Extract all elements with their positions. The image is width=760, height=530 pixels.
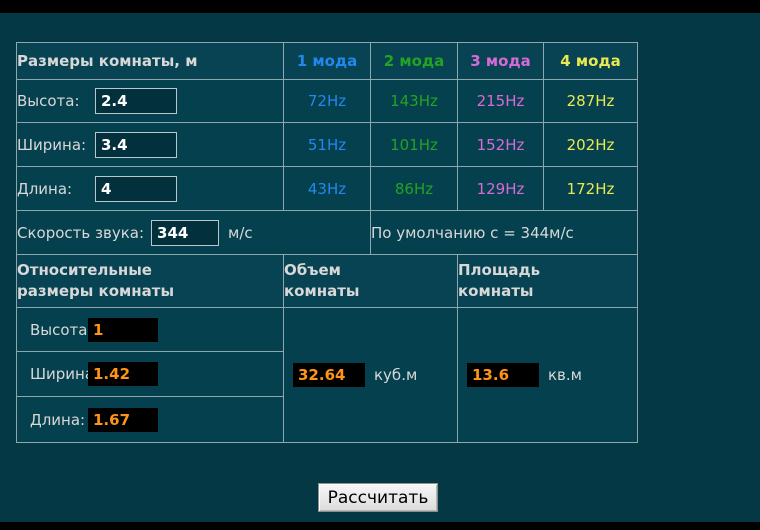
mode-2-header: 2 мода (371, 43, 458, 80)
volume-header: Объем комнаты (284, 255, 458, 308)
calculate-button[interactable]: Рассчитать (318, 483, 438, 512)
width-input[interactable] (95, 132, 177, 158)
width-row: Ширина: 51Hz 101Hz 152Hz 202Hz (17, 123, 638, 167)
relative-dimensions-header: Относительные размеры комнаты (17, 255, 284, 308)
speed-default-note: По умолчанию с = 344м/с (371, 224, 574, 242)
top-black-bar (0, 0, 760, 13)
volume-value-output[interactable] (293, 363, 365, 387)
width-mode2-freq: 101Hz (371, 123, 458, 167)
length-mode3-freq: 129Hz (458, 167, 544, 211)
relative-height-label: Высота: (30, 321, 88, 339)
relative-length-input[interactable] (88, 408, 158, 432)
height-mode2-freq: 143Hz (371, 80, 458, 123)
speed-label: Скорость звука: (17, 224, 144, 242)
width-mode3-freq: 152Hz (458, 123, 544, 167)
length-label: Длина: (17, 180, 95, 198)
width-label: Ширина: (17, 136, 95, 154)
room-mode-table: Размеры комнаты, м 1 мода 2 мода 3 мода … (16, 42, 638, 443)
speed-of-sound-row: Скорость звука: м/с По умолчанию с = 344… (17, 211, 638, 255)
speed-input[interactable] (151, 220, 219, 246)
relative-width-label: Ширина (30, 365, 88, 383)
area-value-output[interactable] (467, 363, 539, 387)
length-mode2-freq: 86Hz (371, 167, 458, 211)
height-mode3-freq: 215Hz (458, 80, 544, 123)
speed-unit: м/с (228, 224, 253, 242)
mode-4-header: 4 мода (544, 43, 638, 80)
length-input[interactable] (95, 176, 177, 202)
volume-unit: куб.м (374, 366, 417, 384)
area-unit: кв.м (548, 366, 582, 384)
length-row: Длина: 43Hz 86Hz 129Hz 172Hz (17, 167, 638, 211)
height-input[interactable] (95, 88, 177, 114)
table-title: Размеры комнаты, м (17, 43, 284, 80)
relative-length-label: Длина: (30, 411, 88, 429)
length-mode1-freq: 43Hz (284, 167, 371, 211)
mode-1-header: 1 мода (284, 43, 371, 80)
width-mode4-freq: 202Hz (544, 123, 638, 167)
height-row: Высота: 72Hz 143Hz 215Hz 287Hz (17, 80, 638, 123)
relative-height-row: Высота: куб.м кв.м (17, 308, 638, 352)
height-mode1-freq: 72Hz (284, 80, 371, 123)
width-mode1-freq: 51Hz (284, 123, 371, 167)
section-header-row: Относительные размеры комнаты Объем комн… (17, 255, 638, 308)
height-label: Высота: (17, 92, 95, 110)
bottom-black-bar (0, 522, 760, 530)
relative-width-input[interactable] (88, 362, 158, 386)
table-header-row: Размеры комнаты, м 1 мода 2 мода 3 мода … (17, 43, 638, 80)
length-mode4-freq: 172Hz (544, 167, 638, 211)
relative-height-input[interactable] (88, 318, 158, 342)
area-header: Площадь комнаты (458, 255, 638, 308)
mode-3-header: 3 мода (458, 43, 544, 80)
height-mode4-freq: 287Hz (544, 80, 638, 123)
